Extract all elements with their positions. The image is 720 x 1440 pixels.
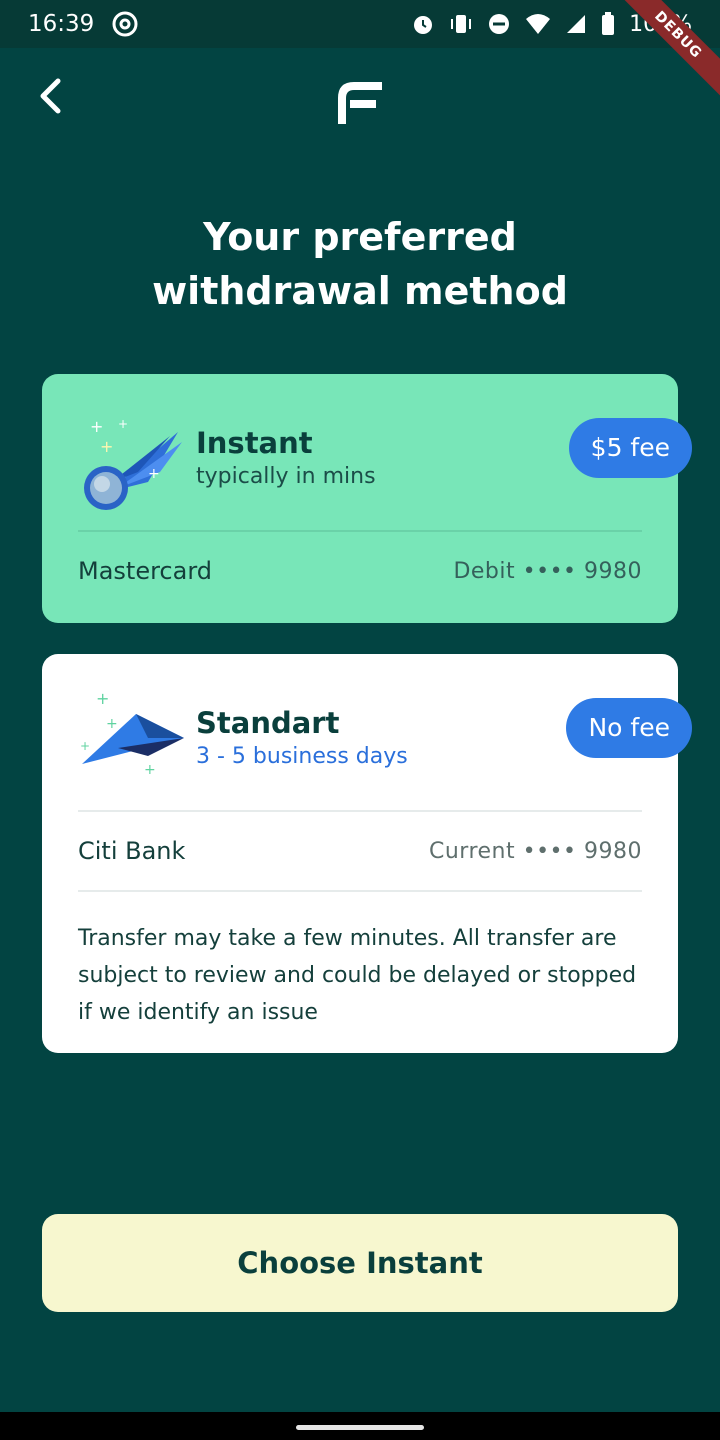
account-row: Citi Bank Current •••• 9980 (78, 812, 642, 890)
account-row: Mastercard Debit •••• 9980 (78, 532, 642, 610)
page-title: Your preferred withdrawal method (0, 210, 720, 318)
method-card-standard[interactable]: + + + + Standart 3 - 5 business days No … (42, 654, 692, 1053)
meteor-icon: + + + + (78, 402, 188, 512)
status-bar: 16:39 100% DEBUG (0, 0, 720, 101)
svg-text:+: + (100, 437, 113, 456)
dnd-icon (487, 12, 511, 36)
page-title-line-2: withdrawal method (152, 269, 568, 313)
method-card-header: + + + + Instant typically in mins $5 fee (78, 374, 692, 530)
signal-icon (565, 13, 587, 35)
svg-text:+: + (106, 716, 118, 732)
svg-text:+: + (90, 417, 103, 436)
account-name: Mastercard (78, 557, 213, 585)
svg-text:+: + (148, 466, 160, 482)
choose-instant-button[interactable]: Choose Instant (42, 1214, 678, 1312)
vibrate-icon (449, 12, 473, 36)
status-bar-left: 16:39 (28, 11, 138, 37)
paper-plane-icon: + + + + (78, 682, 188, 792)
home-indicator[interactable] (296, 1425, 424, 1430)
at-sign-icon (112, 11, 138, 37)
wifi-icon (525, 13, 551, 35)
svg-text:+: + (144, 762, 156, 778)
account-name: Citi Bank (78, 837, 186, 865)
alarm-icon (411, 12, 435, 36)
method-name: Standart (196, 706, 340, 740)
method-subtitle: typically in mins (196, 464, 376, 489)
svg-text:+: + (80, 739, 90, 753)
transfer-note: Transfer may take a few minutes. All tra… (78, 926, 637, 1025)
fee-badge: No fee (566, 698, 692, 758)
page-title-line-1: Your preferred (203, 215, 517, 259)
system-nav-bar (0, 1412, 720, 1440)
battery-icon (601, 12, 615, 36)
f-logo-icon (334, 76, 386, 128)
method-name: Instant (196, 426, 313, 460)
svg-text:+: + (118, 417, 128, 431)
top-bar (0, 70, 720, 130)
method-subtitle: 3 - 5 business days (196, 744, 408, 769)
account-detail: Current •••• 9980 (428, 838, 642, 864)
status-time: 16:39 (28, 11, 95, 37)
method-card-header: + + + + Standart 3 - 5 business days No … (78, 654, 692, 810)
chevron-left-icon (38, 78, 62, 118)
back-button[interactable] (30, 78, 70, 118)
account-detail: Debit •••• 9980 (453, 558, 642, 584)
fee-badge: $5 fee (568, 418, 692, 478)
svg-text:+: + (96, 689, 109, 708)
method-card-instant[interactable]: + + + + Instant typically in mins $5 fee… (42, 374, 692, 623)
